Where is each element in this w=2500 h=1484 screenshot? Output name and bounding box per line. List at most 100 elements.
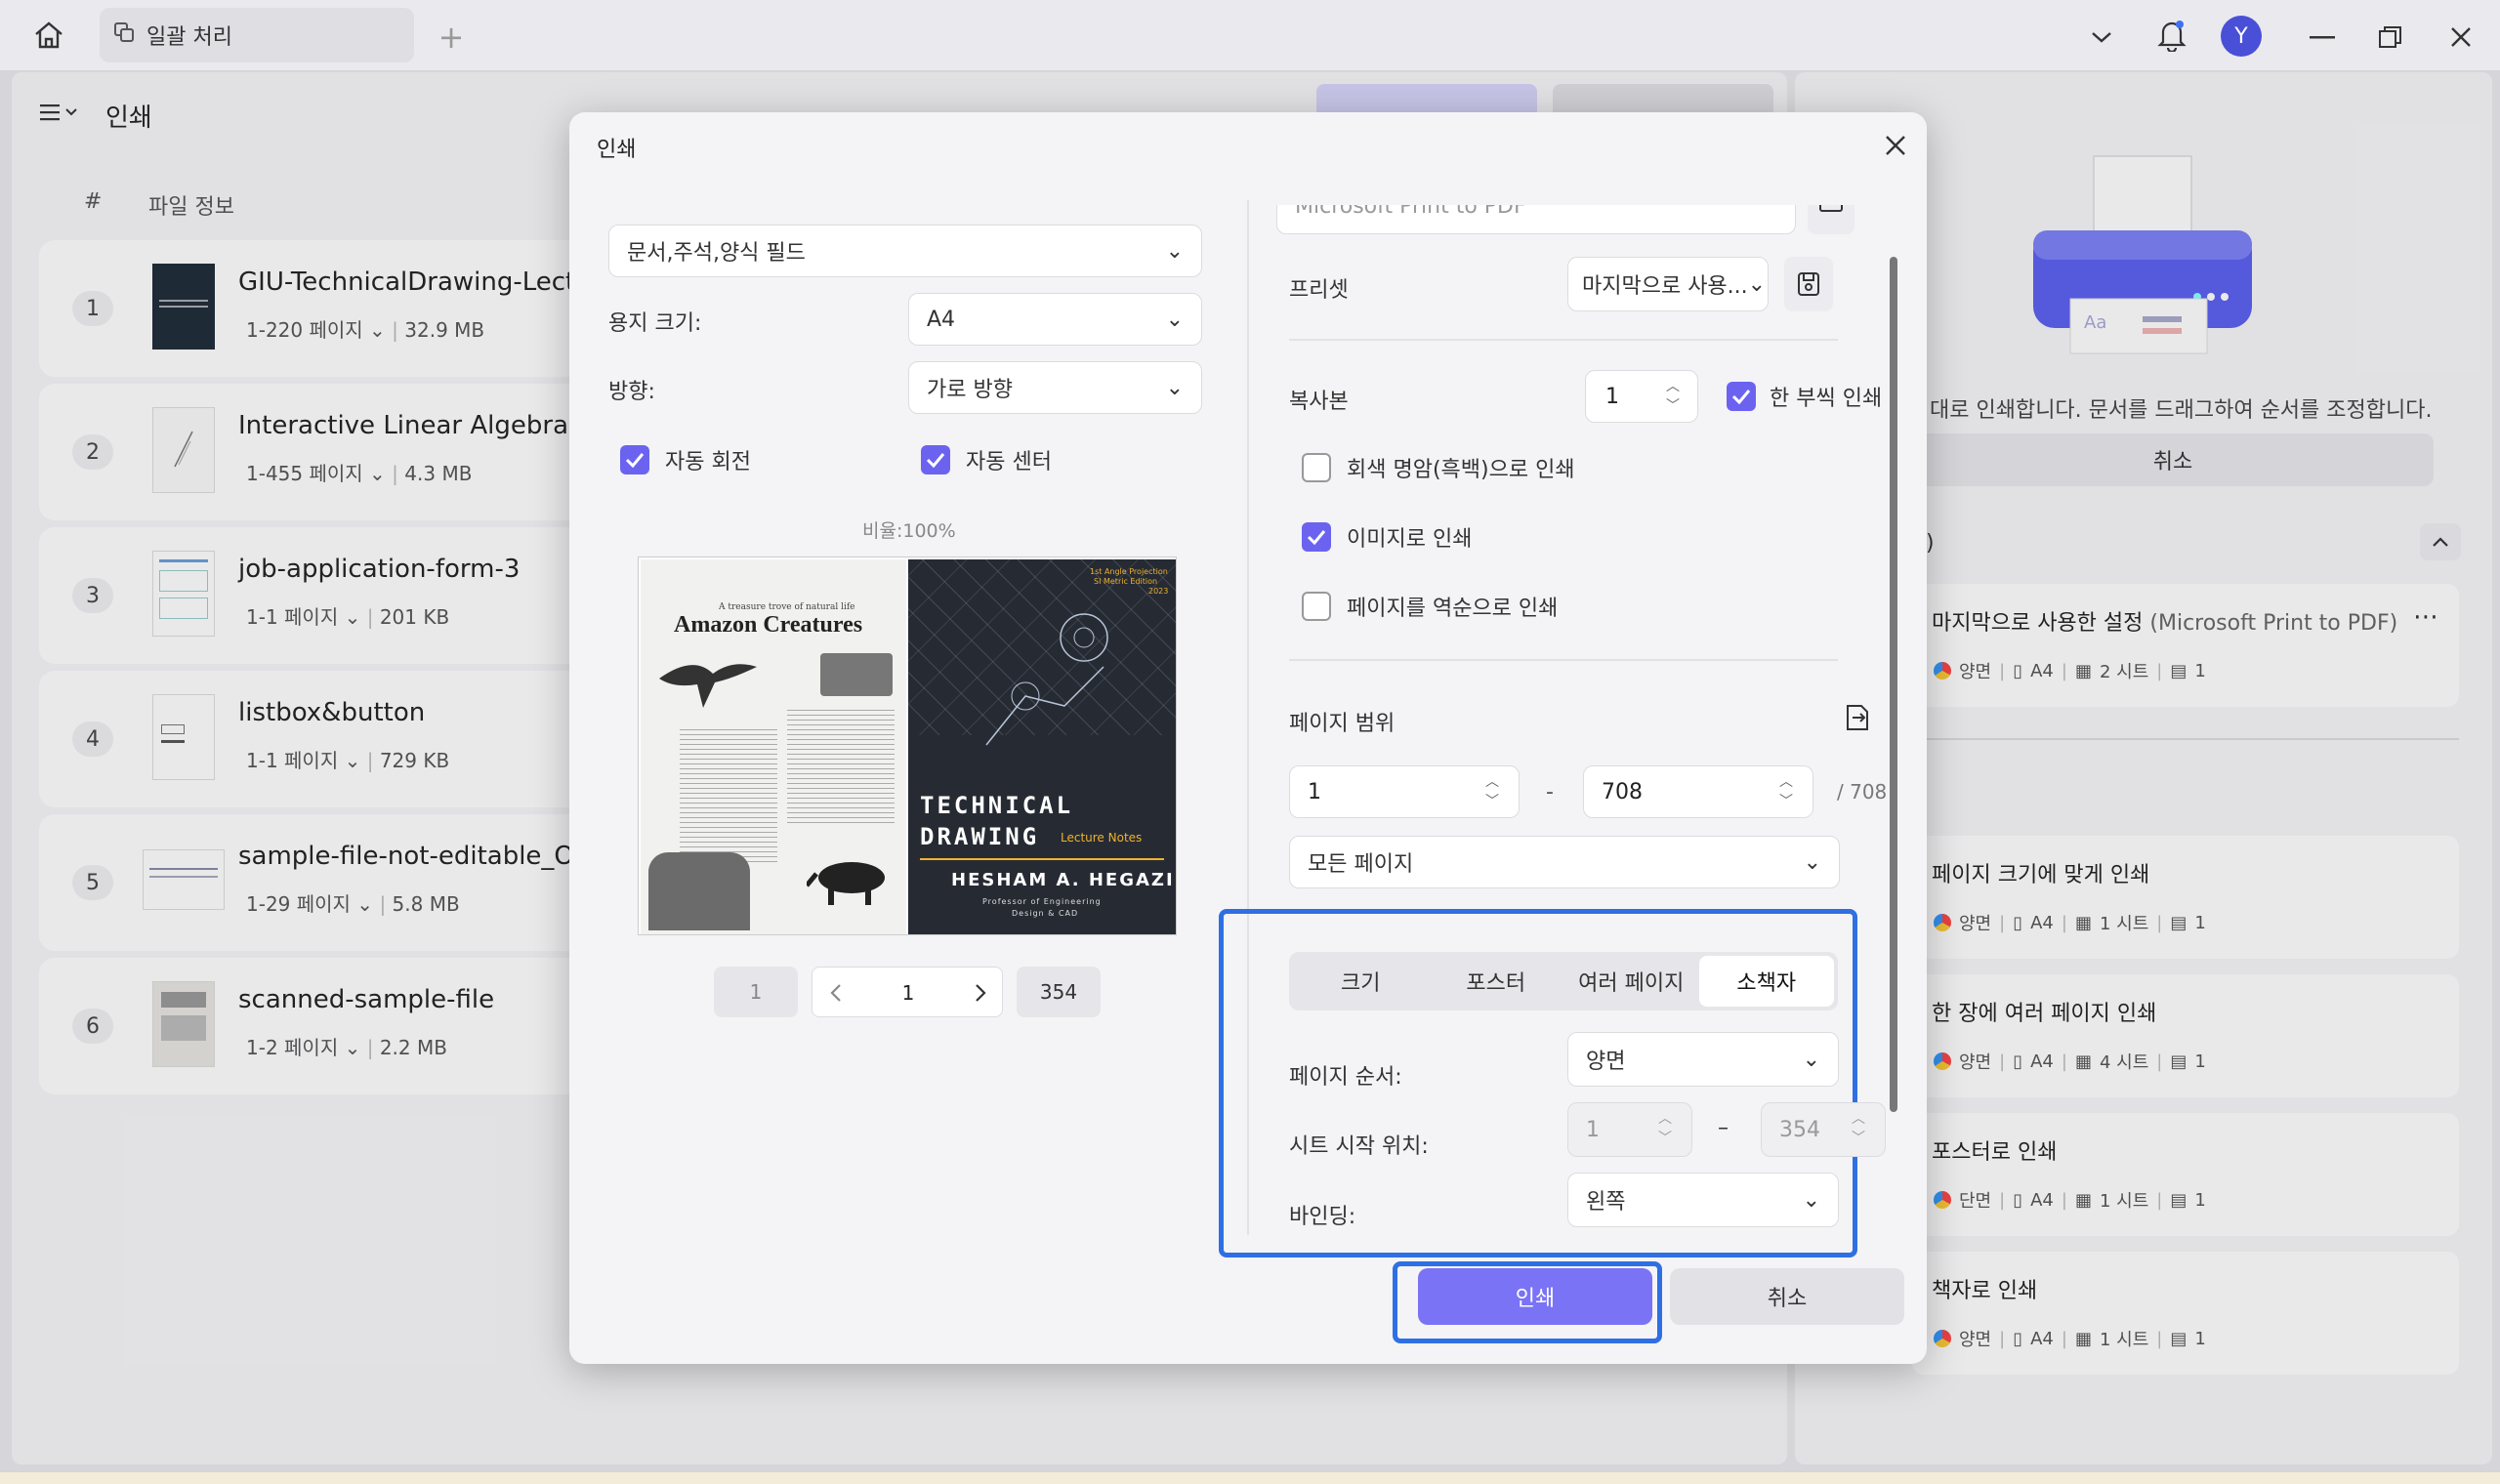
stepper-arrows-icon[interactable]: ︿ ﹀ xyxy=(1666,377,1680,416)
divider xyxy=(1289,659,1838,661)
pager-last[interactable]: 354 xyxy=(1017,967,1101,1017)
restore-icon[interactable] xyxy=(2371,20,2410,55)
preset-select[interactable]: 마지막으로 사용... ⌄ xyxy=(1567,257,1769,311)
layout-tabs: 크기 포스터 여러 페이지 소책자 xyxy=(1289,952,1838,1010)
print-dialog: 인쇄 문서,주석,양식 필드 ⌄ 용지 크기: A4 ⌄ 방향: 가로 방향 ⌄… xyxy=(569,112,1927,1364)
copies-value: 1 xyxy=(1605,385,1619,409)
pager-first[interactable]: 1 xyxy=(714,967,798,1017)
chevron-down-icon: ⌄ xyxy=(1802,1047,1820,1072)
preview-right-author-sub-1: Professor of Engineering xyxy=(982,897,1102,906)
print-button[interactable]: 인쇄 xyxy=(1418,1268,1652,1325)
pager-nav: 1 xyxy=(812,967,1003,1017)
content-select-value: 문서,주석,양식 필드 xyxy=(627,241,806,266)
binding-value: 왼쪽 xyxy=(1586,1190,1626,1215)
close-icon[interactable] xyxy=(1876,126,1915,165)
grayscale-checkbox[interactable]: 회색 명암(흑백)으로 인쇄 xyxy=(1302,452,1575,483)
auto-center-label: 자동 센터 xyxy=(966,450,1052,474)
save-preset-icon[interactable] xyxy=(1784,257,1833,311)
print-as-image-checkbox[interactable]: 이미지로 인쇄 xyxy=(1302,521,1472,553)
cancel-button[interactable]: 취소 xyxy=(1670,1268,1904,1325)
preview-right-title-2: DRAWING xyxy=(920,823,1040,850)
tab-booklet[interactable]: 소책자 xyxy=(1698,956,1834,1007)
page-order-select[interactable]: 양면 ⌄ xyxy=(1567,1032,1839,1087)
settings-scrollbar[interactable] xyxy=(1890,257,1897,1112)
sheet-from-stepper[interactable]: 1 ︿ ﹀ xyxy=(1567,1102,1692,1157)
chevron-left-icon[interactable] xyxy=(818,975,854,1010)
preview-right-title-1: TECHNICAL xyxy=(920,792,1074,819)
text-column xyxy=(787,706,895,823)
content-select[interactable]: 문서,주석,양식 필드 ⌄ xyxy=(608,225,1202,277)
chevron-down-icon[interactable] xyxy=(2084,20,2119,55)
copy-icon xyxy=(113,21,135,49)
range-from-value: 1 xyxy=(1308,780,1321,804)
reverse-label: 페이지를 역순으로 인쇄 xyxy=(1347,597,1559,621)
auto-rotate-checkbox[interactable]: 자동 회전 xyxy=(620,444,751,475)
tab-poster[interactable]: 포스터 xyxy=(1429,956,1564,1007)
range-from-stepper[interactable]: 1 ︿ ﹀ xyxy=(1289,765,1520,818)
stepper-arrows-icon[interactable]: ︿ ﹀ xyxy=(1658,1109,1672,1148)
binding-select[interactable]: 왼쪽 ⌄ xyxy=(1567,1173,1839,1227)
copies-stepper[interactable]: 1 ︿ ﹀ xyxy=(1585,370,1698,423)
page-range-swap-icon[interactable] xyxy=(1839,698,1878,737)
preview-right-tag-1: 1st Angle Projection xyxy=(1090,567,1168,576)
bottom-strip xyxy=(0,1472,2500,1484)
grayscale-label: 회색 명암(흑백)으로 인쇄 xyxy=(1347,458,1575,482)
avatar[interactable]: Y xyxy=(2221,16,2262,57)
preview-right-tag-2: SI Metric Edition xyxy=(1094,577,1158,586)
sheet-to-stepper[interactable]: 354 ︿ ﹀ xyxy=(1761,1102,1886,1157)
as-image-label: 이미지로 인쇄 xyxy=(1347,527,1473,552)
range-to-stepper[interactable]: 708 ︿ ﹀ xyxy=(1583,765,1813,818)
page-order-label: 페이지 순서: xyxy=(1289,1065,1402,1090)
preview-right-subtitle: Lecture Notes xyxy=(1061,831,1143,845)
sheet-to-value: 354 xyxy=(1779,1118,1820,1142)
home-icon[interactable] xyxy=(29,18,68,53)
forest-illustration xyxy=(648,852,750,930)
checkbox-checked-icon xyxy=(1302,522,1331,552)
bell-icon[interactable] xyxy=(2152,16,2191,55)
chevron-down-icon: ⌄ xyxy=(1802,1187,1820,1213)
bird-illustration xyxy=(654,649,762,718)
preset-value: 마지막으로 사용... xyxy=(1582,274,1748,299)
pager-current-input[interactable]: 1 xyxy=(861,975,955,1010)
tab-multiple-pages[interactable]: 여러 페이지 xyxy=(1563,956,1699,1007)
preview-right-page: 1st Angle Projection SI Metric Edition 2… xyxy=(908,559,1176,934)
orientation-label: 방향: xyxy=(608,380,655,404)
range-dash: - xyxy=(1546,780,1554,804)
tab-size[interactable]: 크기 xyxy=(1293,956,1429,1007)
checkbox-unchecked-icon xyxy=(1302,592,1331,621)
reverse-order-checkbox[interactable]: 페이지를 역순으로 인쇄 xyxy=(1302,591,1558,622)
stepper-arrows-icon[interactable]: ︿ ﹀ xyxy=(1779,772,1793,811)
stepper-arrows-icon[interactable]: ︿ ﹀ xyxy=(1485,772,1499,811)
sheet-dash: – xyxy=(1718,1116,1729,1140)
collate-checkbox[interactable]: 한 부씩 인쇄 xyxy=(1727,381,1882,412)
minimize-icon[interactable] xyxy=(2303,20,2342,55)
paper-size-label: 용지 크기: xyxy=(608,311,702,336)
chevron-right-icon[interactable] xyxy=(963,975,998,1010)
scale-text: 비율:100% xyxy=(862,520,956,542)
chevron-down-icon: ⌄ xyxy=(1165,375,1184,400)
gear-drawing xyxy=(967,598,1143,764)
auto-center-checkbox[interactable]: 자동 센터 xyxy=(921,444,1052,475)
auto-rotate-label: 자동 회전 xyxy=(665,450,751,474)
tapir-illustration xyxy=(805,852,893,907)
page-order-value: 양면 xyxy=(1586,1050,1626,1074)
preview-left-subtitle: A treasure trove of natural life xyxy=(719,602,855,612)
paper-size-value: A4 xyxy=(927,307,956,332)
stepper-arrows-icon[interactable]: ︿ ﹀ xyxy=(1852,1109,1865,1148)
range-total: / 708 xyxy=(1837,780,1888,804)
preview-right-author: HESHAM A. HEGAZI xyxy=(951,870,1175,890)
range-mode-select[interactable]: 모든 페이지 ⌄ xyxy=(1289,836,1840,888)
paper-size-select[interactable]: A4 ⌄ xyxy=(908,293,1202,346)
tab-label: 일괄 처리 xyxy=(146,25,232,50)
printer-select[interactable]: Microsoft Print to PDF xyxy=(1276,205,1796,234)
chevron-down-icon: ⌄ xyxy=(1803,849,1821,875)
binding-label: 바인딩: xyxy=(1289,1205,1356,1229)
new-tab-plus-icon[interactable]: + xyxy=(434,19,469,56)
preview-left-page: A treasure trove of natural life Amazon … xyxy=(641,559,906,934)
close-window-icon[interactable] xyxy=(2441,20,2480,55)
printer-properties-icon[interactable] xyxy=(1808,205,1854,234)
orientation-select[interactable]: 가로 방향 ⌄ xyxy=(908,361,1202,414)
chevron-down-icon: ⌄ xyxy=(1165,238,1184,264)
tab-batch[interactable]: 일괄 처리 xyxy=(100,8,414,62)
copies-label: 복사본 xyxy=(1289,390,1349,414)
